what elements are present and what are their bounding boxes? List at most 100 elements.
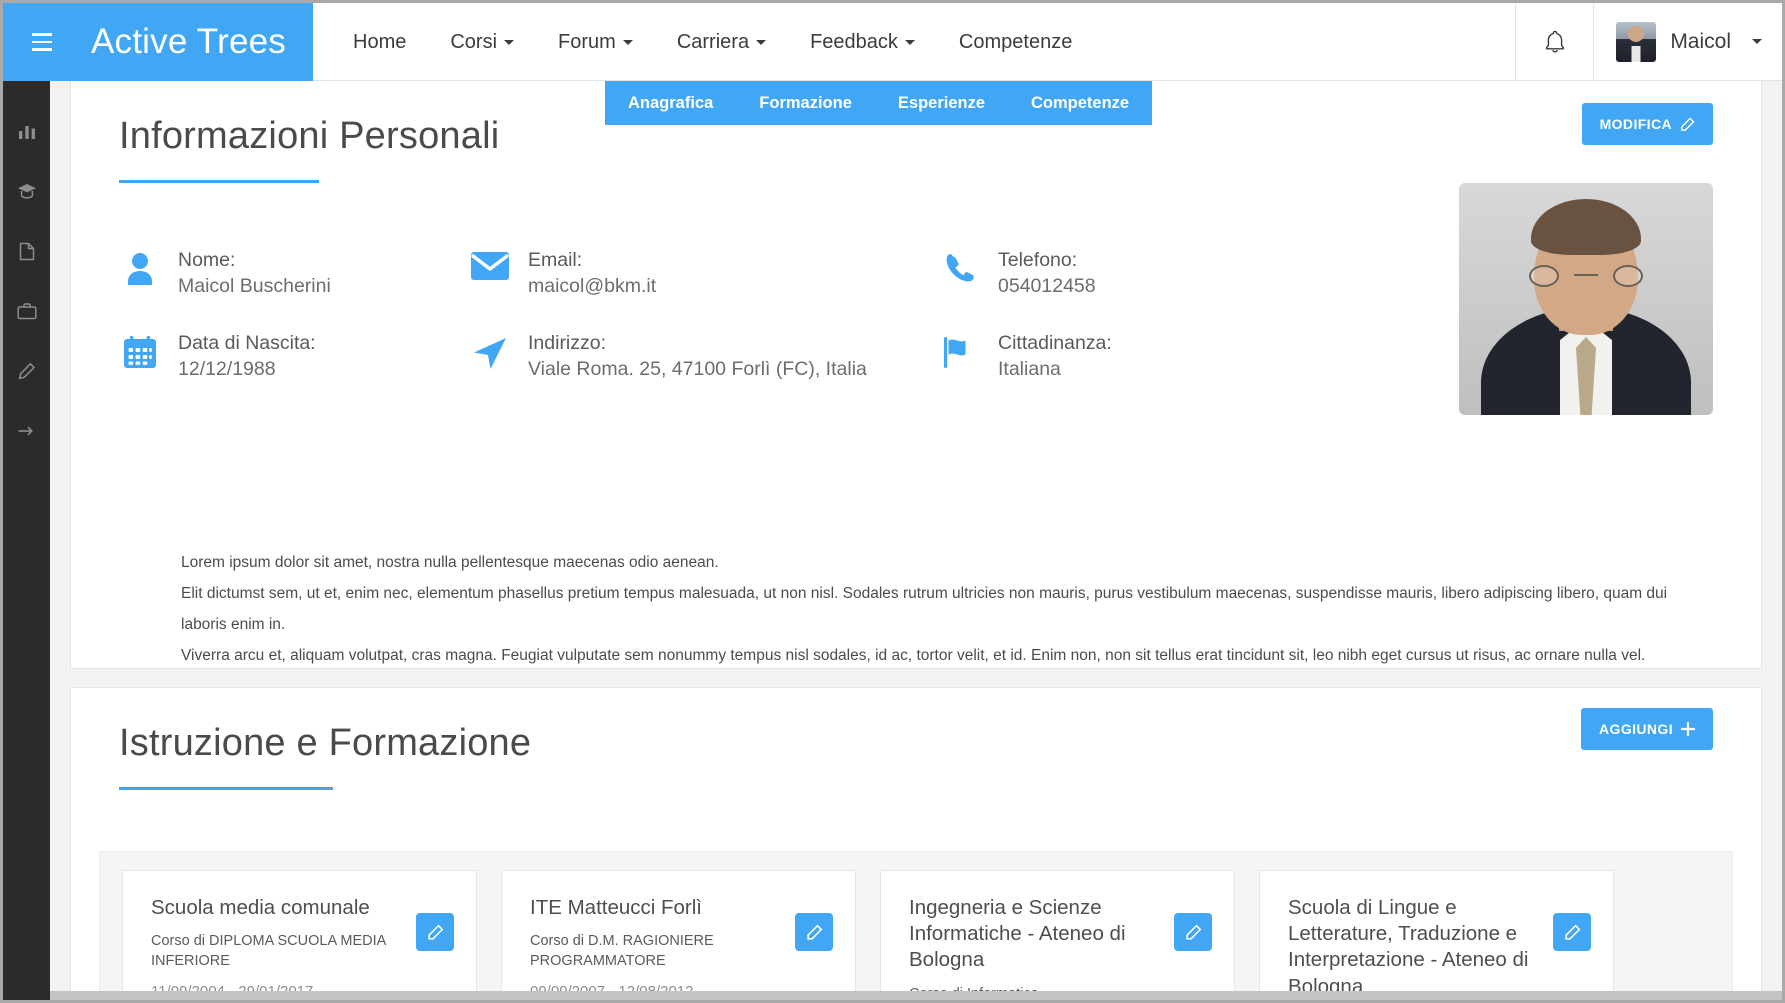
biography: Lorem ipsum dolor sit amet, nostra nulla…: [181, 547, 1701, 671]
pencil-square-icon: [427, 924, 443, 940]
sidebar-item-briefcase[interactable]: [3, 281, 50, 341]
info-field-indirizzo: Indirizzo: Viale Roma. 25, 47100 Forlì (…: [469, 329, 939, 382]
pencil-square-icon: [806, 924, 822, 940]
bio-paragraph-3: Viverra arcu et, aliquam volutpat, cras …: [181, 647, 1646, 664]
nav-link-carriera[interactable]: Carriera: [655, 3, 788, 81]
person-icon: [119, 246, 161, 286]
nav-link-forum-label: Forum: [558, 30, 616, 53]
sidebar-item-documents[interactable]: [3, 221, 50, 281]
list-item[interactable]: Scuola media comunale Corso di DIPLOMA S…: [122, 870, 477, 1000]
nav-link-competenze-label: Competenze: [958, 30, 1073, 53]
hamburger-icon[interactable]: [25, 25, 59, 59]
avatar: [1616, 21, 1657, 62]
sidebar-item-edit[interactable]: [3, 341, 50, 401]
sidebar-item-dashboard[interactable]: [3, 101, 50, 161]
pencil-square-icon: [1681, 117, 1695, 131]
pencil-square-icon: [1564, 924, 1580, 940]
browser-window: Active Trees Home Corsi Forum Carriera F…: [0, 0, 1785, 1003]
edit-education-button[interactable]: [1174, 913, 1212, 951]
left-sidebar: [3, 81, 50, 1000]
location-arrow-icon: [469, 329, 511, 373]
info-value-indirizzo: Viale Roma. 25, 47100 Forlì (FC), Italia: [528, 358, 867, 381]
notifications-button[interactable]: [1515, 3, 1593, 80]
flag-icon: [939, 329, 981, 369]
graduation-cap-icon: [17, 184, 36, 199]
info-value-nome: Maicol Buscherini: [178, 274, 331, 297]
info-field-nome: Nome: Maicol Buscherini: [119, 246, 469, 299]
education-title: Istruzione e Formazione: [119, 722, 532, 764]
nav-link-carriera-label: Carriera: [676, 30, 750, 53]
nav-link-home-label: Home: [353, 30, 407, 53]
pencil-square-icon: [1185, 924, 1201, 940]
modifica-button-label: MODIFICA: [1599, 116, 1672, 132]
tab-anagrafica[interactable]: Anagrafica: [605, 81, 736, 125]
nav-link-corsi-label: Corsi: [450, 30, 498, 53]
info-label-nome: Nome:: [178, 249, 236, 271]
education-card-header: Istruzione e Formazione: [71, 688, 1761, 790]
document-icon: [19, 242, 34, 260]
info-label-telefono: Telefono:: [998, 249, 1078, 271]
nav-link-corsi[interactable]: Corsi: [428, 3, 536, 81]
calendar-icon: [119, 329, 161, 369]
nav-link-feedback-label: Feedback: [810, 30, 898, 53]
education-school: ITE Matteucci Forlì: [530, 896, 703, 919]
tab-competenze[interactable]: Competenze: [1008, 81, 1152, 125]
briefcase-icon: [16, 303, 37, 320]
profile-photo: [1459, 183, 1713, 415]
info-value-cittadinanza: Italiana: [998, 358, 1061, 381]
nav-link-forum[interactable]: Forum: [536, 3, 655, 81]
list-item[interactable]: Scuola di Lingue e Letterature, Traduzio…: [1259, 870, 1614, 1000]
tab-esperienze[interactable]: Esperienze: [875, 81, 1008, 125]
education-school: Scuola media comunale: [151, 896, 370, 919]
education-title-underline: [119, 787, 333, 790]
bio-paragraph-2: Elit dictumst sem, ut et, enim nec, elem…: [181, 585, 1668, 633]
edit-education-button[interactable]: [1553, 913, 1591, 951]
info-label-indirizzo: Indirizzo:: [528, 332, 607, 355]
chevron-down-icon: [622, 39, 633, 45]
bio-paragraph-1: Lorem ipsum dolor sit amet, nostra nulla…: [181, 554, 719, 571]
education-school: Ingegneria e Scienze Informatiche - Aten…: [909, 896, 1126, 972]
info-value-email: maicol@bkm.it: [528, 274, 657, 297]
aggiungi-button[interactable]: AGGIUNGI: [1581, 708, 1713, 750]
main-content: Anagrafica Formazione Esperienze Compete…: [50, 81, 1782, 1000]
education-course: Corso di DIPLOMA SCUOLA MEDIA INFERIORE: [151, 933, 386, 969]
education-list[interactable]: Scuola media comunale Corso di DIPLOMA S…: [99, 851, 1733, 1000]
brand-title: Active Trees: [91, 22, 286, 61]
user-name: Maicol: [1670, 29, 1731, 53]
bell-icon: [1543, 29, 1567, 55]
info-field-email: Email: maicol@bkm.it: [469, 246, 939, 299]
edit-education-button[interactable]: [416, 913, 454, 951]
user-menu[interactable]: Maicol: [1593, 3, 1782, 80]
nav-link-home[interactable]: Home: [331, 3, 428, 81]
nav-links: Home Corsi Forum Carriera Feedback Compe…: [313, 3, 1515, 80]
education-card: Istruzione e Formazione AGGIUNGI Scuola …: [70, 687, 1762, 1000]
phone-icon: [939, 246, 981, 284]
chevron-down-icon: [504, 39, 515, 45]
nav-link-competenze[interactable]: Competenze: [937, 3, 1094, 81]
chevron-down-icon: [904, 39, 915, 45]
logout-icon: [18, 426, 33, 436]
chevron-down-icon: [756, 39, 767, 45]
navbar-right: Maicol: [1515, 3, 1782, 80]
envelope-icon: [469, 246, 511, 280]
info-value-telefono: 054012458: [998, 274, 1096, 297]
sidebar-item-logout[interactable]: [3, 401, 50, 461]
info-label-email: Email:: [528, 249, 583, 271]
info-label-data-nascita: Data di Nascita:: [178, 332, 316, 355]
sidebar-item-courses[interactable]: [3, 161, 50, 221]
plus-icon: [1681, 722, 1695, 736]
education-course: Corso di D.M. RAGIONIERE PROGRAMMATORE: [530, 933, 714, 969]
section-tabs: Anagrafica Formazione Esperienze Compete…: [605, 81, 1153, 125]
top-navbar: Active Trees Home Corsi Forum Carriera F…: [3, 3, 1782, 81]
bottom-edge: [3, 991, 1782, 1000]
nav-link-feedback[interactable]: Feedback: [788, 3, 937, 81]
info-value-data-nascita: 12/12/1988: [178, 358, 276, 381]
modifica-button[interactable]: MODIFICA: [1581, 103, 1713, 145]
tab-formazione[interactable]: Formazione: [736, 81, 875, 125]
chart-bar-icon: [18, 126, 35, 139]
brand-block: Active Trees: [3, 3, 313, 81]
list-item[interactable]: ITE Matteucci Forlì Corso di D.M. RAGION…: [501, 870, 856, 1000]
list-item[interactable]: Ingegneria e Scienze Informatiche - Aten…: [880, 870, 1235, 1000]
edit-education-button[interactable]: [795, 913, 833, 951]
aggiungi-button-label: AGGIUNGI: [1599, 721, 1673, 737]
